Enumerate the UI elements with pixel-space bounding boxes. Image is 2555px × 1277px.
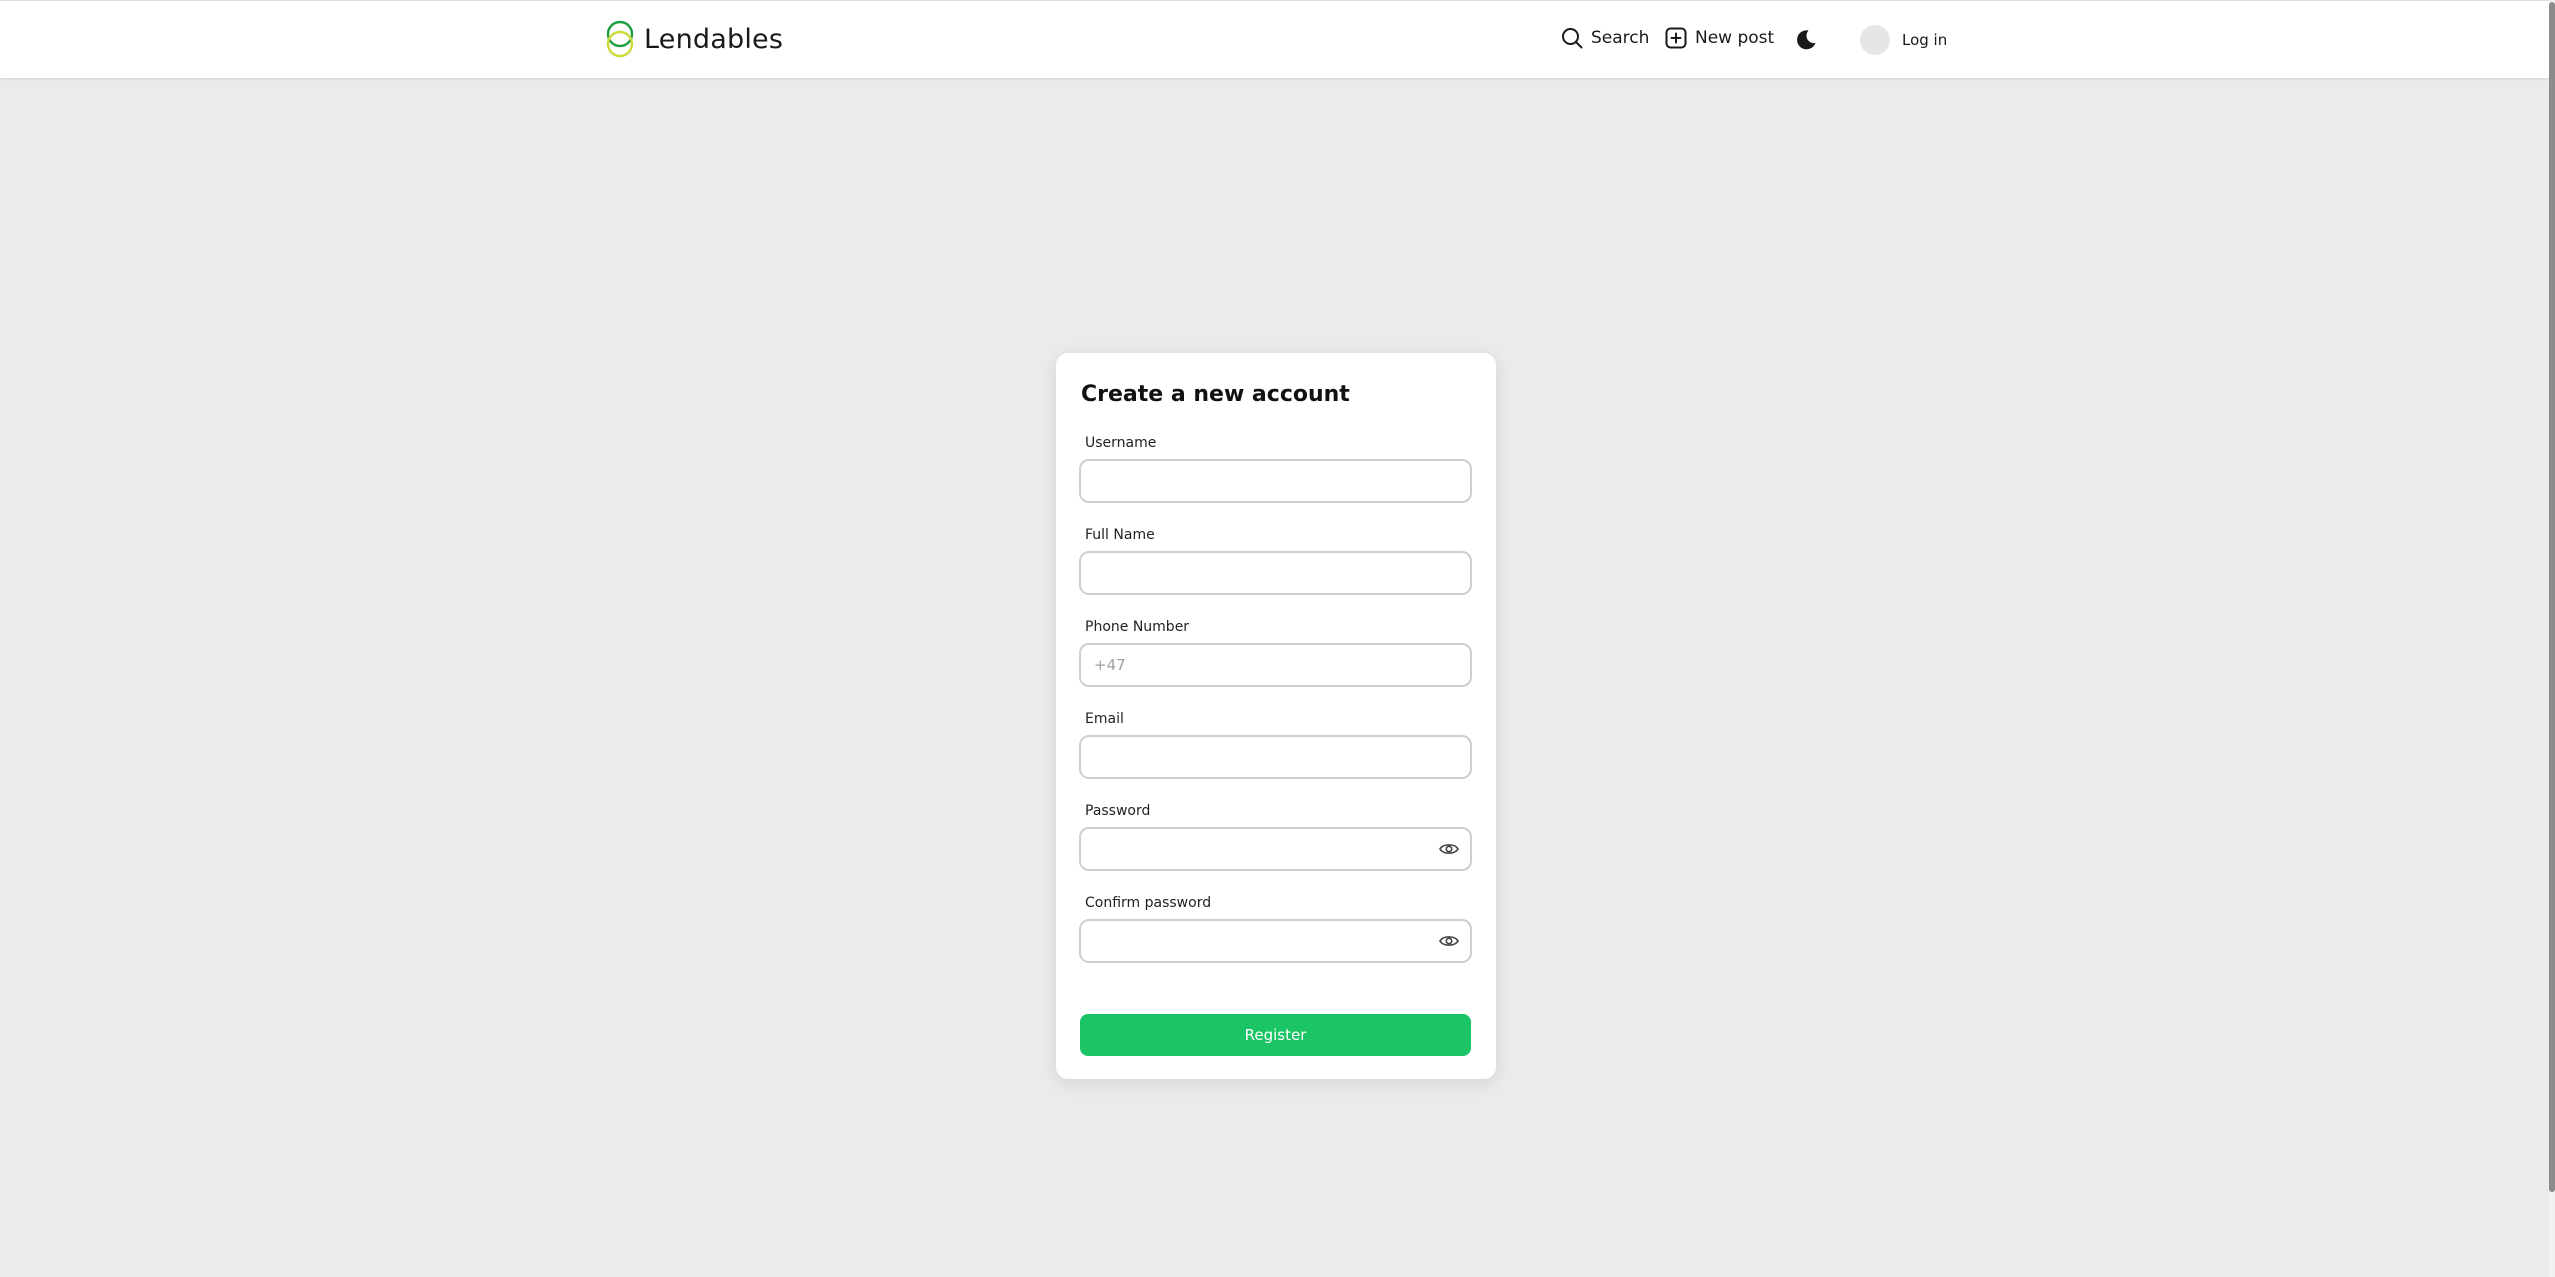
- username-input[interactable]: [1079, 459, 1472, 503]
- login-button[interactable]: Log in: [1860, 25, 1947, 55]
- top-navbar: Lendables Search New post Log in: [0, 0, 2549, 78]
- plus-square-icon: [1665, 27, 1687, 49]
- confirm-password-label: Confirm password: [1085, 895, 1212, 911]
- brand-name: Lendables: [644, 23, 784, 55]
- phone-number-label: Phone Number: [1085, 619, 1190, 635]
- eye-icon[interactable]: [1439, 841, 1459, 857]
- username-label: Username: [1085, 435, 1157, 451]
- moon-icon[interactable]: [1794, 28, 1818, 52]
- email-input[interactable]: [1079, 735, 1472, 779]
- brand-link[interactable]: Lendables: [604, 19, 783, 59]
- full-name-label: Full Name: [1085, 527, 1155, 543]
- email-label: Email: [1085, 711, 1124, 727]
- register-button[interactable]: Register: [1080, 1014, 1471, 1056]
- vertical-scrollbar[interactable]: [2549, 0, 2555, 1277]
- password-input[interactable]: [1079, 827, 1472, 871]
- search-icon: [1562, 28, 1583, 49]
- avatar: [1860, 25, 1890, 55]
- two-rings-logo-icon: [606, 20, 634, 58]
- phone-number-input[interactable]: [1079, 643, 1472, 687]
- search-nav-button[interactable]: Search: [1561, 27, 1649, 49]
- login-label: Log in: [1902, 31, 1948, 49]
- eye-icon[interactable]: [1439, 933, 1459, 949]
- register-card: Create a new account Username Full Name …: [1056, 353, 1496, 1079]
- search-nav-label: Search: [1591, 28, 1650, 48]
- scrollbar-thumb[interactable]: [2549, 2, 2555, 1192]
- password-label: Password: [1085, 803, 1151, 819]
- form-title: Create a new account: [1081, 382, 1350, 407]
- confirm-password-input[interactable]: [1079, 919, 1472, 963]
- new-post-button[interactable]: New post: [1665, 27, 1774, 49]
- new-post-label: New post: [1695, 28, 1775, 48]
- full-name-input[interactable]: [1079, 551, 1472, 595]
